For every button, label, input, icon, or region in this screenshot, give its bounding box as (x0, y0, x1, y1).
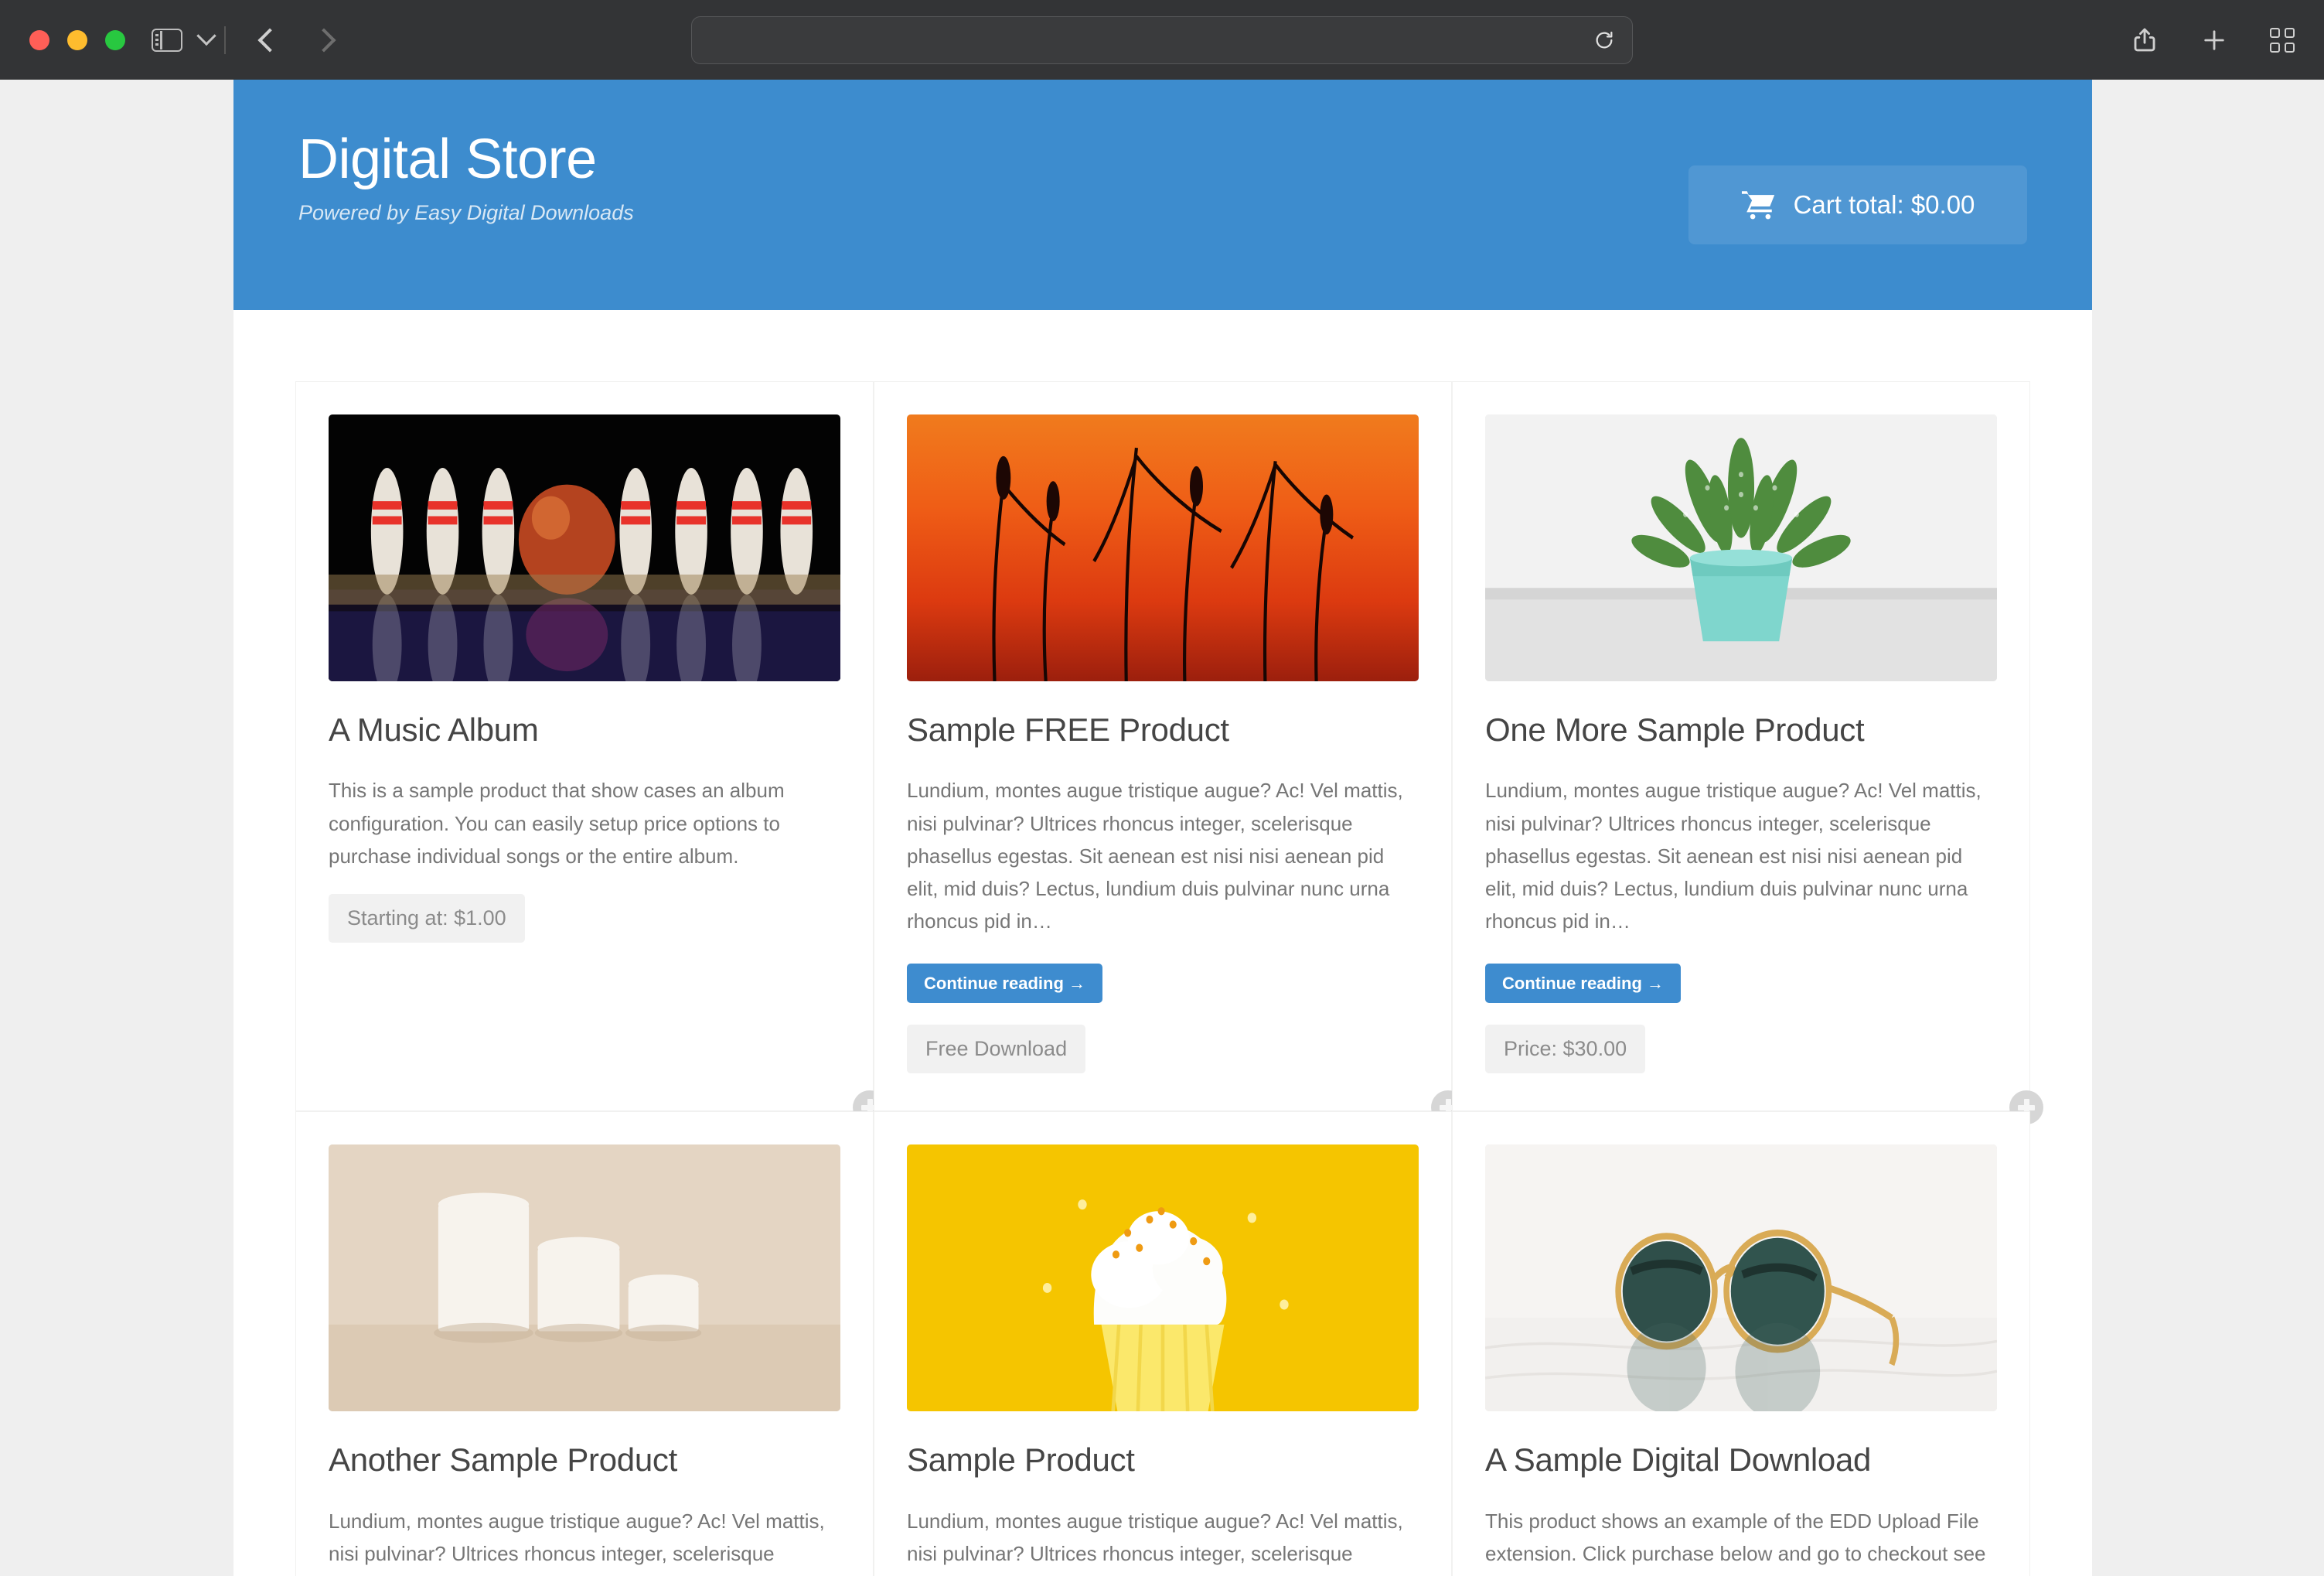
product-title[interactable]: A Music Album (329, 711, 840, 749)
sidebar-toggle-icon[interactable] (152, 28, 182, 52)
product-card[interactable]: Another Sample Product Lundium, montes a… (295, 1111, 874, 1576)
address-bar[interactable] (691, 15, 1633, 64)
close-window-button[interactable] (29, 29, 49, 50)
cart-total-label: Cart total: $0.00 (1793, 190, 1975, 219)
product-card[interactable]: Sample Product Lundium, montes augue tri… (874, 1111, 1452, 1576)
shopping-cart-icon (1741, 191, 1774, 220)
page-viewport: Digital Store Powered by Easy Digital Do… (0, 80, 2324, 1576)
product-image-bowling-pins[interactable] (329, 414, 840, 681)
product-image-white-pedestals[interactable] (329, 1144, 840, 1412)
product-image-succulent-plant[interactable] (1485, 414, 1997, 681)
products-section: A Music Album This is a sample product t… (233, 310, 2092, 1576)
product-title[interactable]: Another Sample Product (329, 1441, 840, 1479)
site-header: Digital Store Powered by Easy Digital Do… (233, 80, 2092, 310)
product-price-button[interactable]: Starting at: $1.00 (329, 893, 525, 943)
product-title[interactable]: Sample Product (907, 1441, 1419, 1479)
chevron-down-icon[interactable] (196, 26, 216, 46)
product-title[interactable]: A Sample Digital Download (1485, 1441, 1997, 1479)
browser-toolbar (0, 0, 2324, 80)
product-description: This product shows an example of the EDD… (1485, 1509, 1986, 1576)
product-image-sunset-reeds[interactable] (907, 414, 1419, 681)
toolbar-divider (224, 26, 226, 54)
product-card[interactable]: A Music Album This is a sample product t… (295, 381, 887, 1125)
tab-overview-icon[interactable] (2270, 27, 2295, 53)
toolbar-right-actions (2131, 26, 2295, 54)
product-card[interactable]: A Sample Digital Download This product s… (1452, 1111, 2030, 1576)
product-description: Lundium, montes augue tristique augue? A… (329, 1509, 825, 1576)
traffic-lights (29, 29, 125, 50)
product-grid: A Music Album This is a sample product t… (295, 381, 2043, 1576)
back-icon[interactable] (257, 27, 282, 53)
continue-reading-button[interactable]: Continue reading → (1485, 963, 1681, 1004)
navigation-buttons (257, 27, 336, 53)
product-description: Lundium, montes augue tristique augue? A… (907, 779, 1403, 933)
product-card[interactable]: Sample FREE Product Lundium, montes augu… (874, 381, 1465, 1125)
site-container: Digital Store Powered by Easy Digital Do… (233, 80, 2092, 1576)
product-price-button[interactable]: Price: $30.00 (1485, 1025, 1646, 1074)
minimize-window-button[interactable] (67, 29, 87, 50)
product-description: Lundium, montes augue tristique augue? A… (907, 1509, 1403, 1576)
cart-widget[interactable]: Cart total: $0.00 (1688, 165, 2027, 244)
product-title[interactable]: One More Sample Product (1485, 711, 1997, 749)
forward-icon[interactable] (311, 27, 336, 53)
product-description: Lundium, montes augue tristique augue? A… (1485, 779, 1982, 933)
product-image-yellow-cupcake[interactable] (907, 1144, 1419, 1412)
product-title[interactable]: Sample FREE Product (907, 711, 1419, 749)
product-image-sunglasses[interactable] (1485, 1144, 1997, 1412)
reload-icon[interactable] (1593, 29, 1615, 51)
share-icon[interactable] (2131, 26, 2159, 54)
new-tab-icon[interactable] (2200, 26, 2228, 54)
product-description: This is a sample product that show cases… (329, 779, 785, 868)
product-price-button[interactable]: Free Download (907, 1025, 1086, 1074)
product-card[interactable]: One More Sample Product Lundium, montes … (1452, 381, 2043, 1125)
browser-window: Digital Store Powered by Easy Digital Do… (0, 0, 2324, 1576)
maximize-window-button[interactable] (105, 29, 125, 50)
continue-reading-button[interactable]: Continue reading → (907, 963, 1102, 1004)
